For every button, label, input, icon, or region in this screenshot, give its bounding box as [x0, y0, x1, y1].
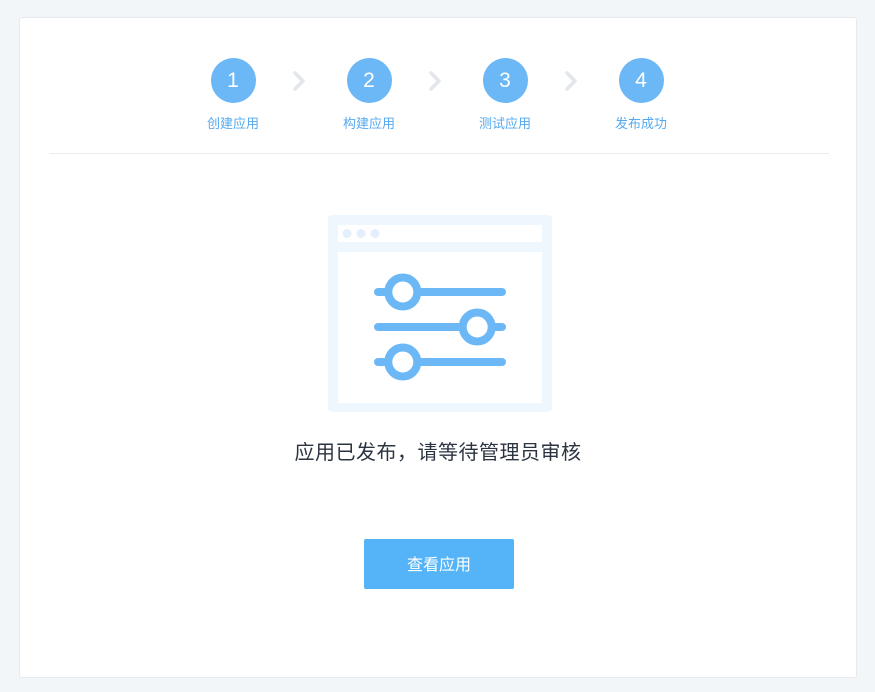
chevron-right-icon [293, 71, 305, 91]
step-label: 创建应用 [206, 117, 259, 132]
settings-sliders-window-icon [328, 215, 552, 412]
step-number-badge: 1 [210, 58, 256, 103]
step-number-badge: 3 [482, 58, 528, 103]
step-create-app: 1 创建应用 [183, 58, 283, 132]
step-number-badge: 2 [346, 58, 392, 103]
publish-success-card: 1 创建应用 2 构建应用 3 测试应用 4 发布成功 应用已发布，请等待管理员… [19, 17, 857, 678]
slider-knob [384, 273, 422, 311]
step-build-app: 2 构建应用 [319, 58, 419, 132]
step-label: 构建应用 [342, 117, 395, 132]
status-message: 应用已发布，请等待管理员审核 [294, 440, 582, 464]
slider-knob [458, 308, 496, 346]
step-publish-success: 4 发布成功 [591, 58, 691, 132]
step-progress-bar: 1 创建应用 2 构建应用 3 测试应用 4 发布成功 [20, 18, 856, 158]
slider-knob [384, 343, 422, 381]
step-label: 发布成功 [614, 117, 667, 132]
step-label: 测试应用 [478, 117, 531, 132]
step-number-badge: 4 [618, 58, 664, 103]
chevron-right-icon [429, 71, 441, 91]
view-app-button[interactable]: 查看应用 [364, 539, 514, 589]
divider [49, 153, 829, 154]
chevron-right-icon [565, 71, 577, 91]
step-test-app: 3 测试应用 [455, 58, 555, 132]
slider-group [374, 273, 506, 381]
